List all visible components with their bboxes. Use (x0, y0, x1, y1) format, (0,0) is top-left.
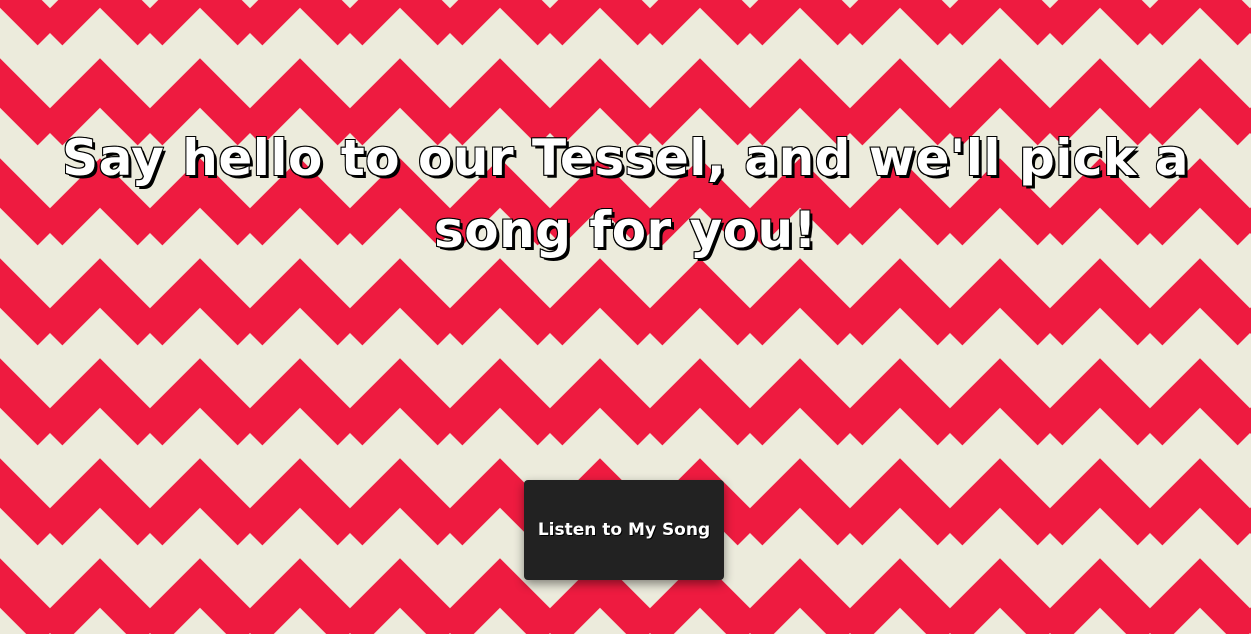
page-headline: Say hello to our Tessel, and we'll pick … (61, 128, 1189, 260)
listen-to-my-song-button[interactable]: Listen to My Song (524, 480, 724, 580)
